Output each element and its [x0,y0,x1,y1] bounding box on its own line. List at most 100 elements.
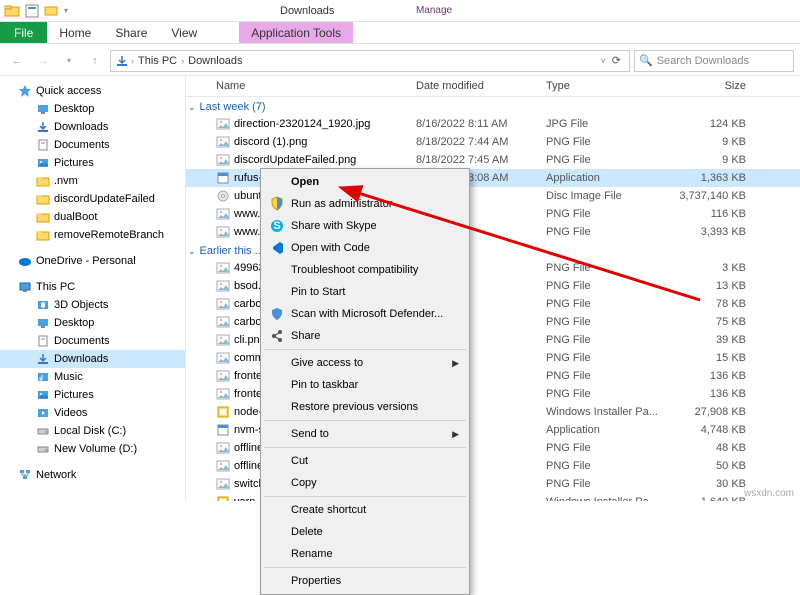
new-folder-icon[interactable] [44,3,60,19]
file-type: Windows Installer Pa... [546,496,666,501]
sidebar-item-3d-objects[interactable]: 3D Objects [0,296,185,314]
sidebar-item-documents[interactable]: Documents [0,136,185,154]
file-row[interactable]: discordUpdateFailed.png8/18/2022 7:45 AM… [186,151,800,169]
sidebar-item-desktop[interactable]: Desktop [0,314,185,332]
recent-dropdown-icon[interactable]: ▾ [58,50,80,72]
img-icon [216,225,230,239]
sidebar-item-downloads[interactable]: Downloads [0,118,185,136]
img-icon [216,333,230,347]
sidebar-item-documents[interactable]: Documents [0,332,185,350]
ctx-copy[interactable]: Copy [263,472,467,494]
ctx-create-shortcut[interactable]: Create shortcut [263,499,467,521]
onedrive-label: OneDrive - Personal [36,255,136,267]
file-row[interactable]: direction-2320124_1920.jpg8/16/2022 8:11… [186,115,800,133]
ctx-properties[interactable]: Properties [263,570,467,592]
sidebar-item-local-disk-c-[interactable]: Local Disk (C:) [0,422,185,440]
ctx-give-access-to[interactable]: Give access to▶ [263,352,467,374]
sidebar-item-pictures[interactable]: Pictures [0,386,185,404]
sidebar-item-dualboot[interactable]: dualBoot [0,208,185,226]
ctx-pin-to-taskbar[interactable]: Pin to taskbar [263,374,467,396]
chevron-right-icon: ▶ [452,358,459,369]
img-icon [216,387,230,401]
ctx-label: Run as administrator [291,198,393,210]
img-icon [216,207,230,221]
this-pc[interactable]: This PC [0,278,185,296]
sidebar-item-label: Downloads [54,353,108,365]
sidebar-item-desktop[interactable]: Desktop [0,100,185,118]
dropdown-icon[interactable]: ˅ [601,56,606,66]
ctx-run-as-administrator[interactable]: Run as administrator [263,193,467,215]
sidebar-item--nvm[interactable]: .nvm [0,172,185,190]
network[interactable]: Network [0,466,185,484]
file-type: Application [546,424,666,436]
chevron-right-icon[interactable]: › [181,56,184,66]
network-label: Network [36,469,76,481]
search-input[interactable]: 🔍 Search Downloads [634,50,794,72]
ctx-share[interactable]: Share [263,325,467,347]
file-size: 13 KB [666,280,746,292]
column-headers[interactable]: Name Date modified Type Size [186,76,800,97]
ctx-pin-to-start[interactable]: Pin to Start [263,281,467,303]
onedrive[interactable]: OneDrive - Personal [0,252,185,270]
col-size[interactable]: Size [666,80,746,92]
back-button[interactable]: ← [6,50,28,72]
sidebar-item-music[interactable]: Music [0,368,185,386]
col-type[interactable]: Type [546,80,666,92]
ctx-delete[interactable]: Delete [263,521,467,543]
ctx-restore-previous-versions[interactable]: Restore previous versions [263,396,467,418]
ctx-send-to[interactable]: Send to▶ [263,423,467,445]
group-header[interactable]: ⌄Last week (7) [186,97,800,115]
crumb-downloads[interactable]: Downloads [186,55,244,67]
context-separator [264,447,466,448]
sidebar-item-downloads[interactable]: Downloads [0,350,185,368]
folder-icon [4,3,20,19]
shield-icon [269,196,285,212]
sidebar-item-new-volume-d-[interactable]: New Volume (D:) [0,440,185,458]
tab-share[interactable]: Share [103,22,159,43]
col-date[interactable]: Date modified [416,80,546,92]
ctx-label: Send to [291,428,329,440]
ctx-open-with-code[interactable]: Open with Code [263,237,467,259]
ctx-scan-with-microsoft-defender-[interactable]: Scan with Microsoft Defender... [263,303,467,325]
ctx-share-with-skype[interactable]: SShare with Skype [263,215,467,237]
folder-icon [36,174,50,188]
col-name[interactable]: Name [196,80,416,92]
crumb-this-pc[interactable]: This PC [136,55,179,67]
tab-application-tools[interactable]: Application Tools [239,22,353,43]
forward-button[interactable]: → [32,50,54,72]
sidebar-item-label: removeRemoteBranch [54,229,164,241]
address-bar[interactable]: › This PC › Downloads ˅ ⟳ [110,50,630,72]
file-tab[interactable]: File [0,22,47,43]
ctx-label: Pin to taskbar [291,379,358,391]
file-row[interactable]: discord (1).png8/18/2022 7:44 AMPNG File… [186,133,800,151]
ctx-label: Share [291,330,320,342]
up-button[interactable]: ↑ [84,50,106,72]
ctx-cut[interactable]: Cut [263,450,467,472]
ctx-label: Pin to Start [291,286,345,298]
tab-view[interactable]: View [159,22,209,43]
sidebar-item-removeremotebranch[interactable]: removeRemoteBranch [0,226,185,244]
sidebar-item-discordupdatefailed[interactable]: discordUpdateFailed [0,190,185,208]
sidebar-item-pictures[interactable]: Pictures [0,154,185,172]
ctx-troubleshoot-compatibility[interactable]: Troubleshoot compatibility [263,259,467,281]
refresh-icon[interactable]: ⟳ [608,54,625,67]
watermark: wsxdn.com [744,488,794,499]
ctx-label: Troubleshoot compatibility [291,264,418,276]
chevron-right-icon[interactable]: › [131,56,134,66]
sidebar-item-label: Documents [54,139,110,151]
file-type: PNG File [546,298,666,310]
file-type: PNG File [546,316,666,328]
file-type: Windows Installer Pa... [546,406,666,418]
tab-home[interactable]: Home [47,22,103,43]
file-name: direction-2320124_1920.jpg [234,118,370,130]
svg-text:S: S [273,220,280,232]
ctx-open[interactable]: Open [263,171,467,193]
properties-icon[interactable] [24,3,40,19]
ctx-rename[interactable]: Rename [263,543,467,565]
img-icon [216,441,230,455]
img-icon [216,369,230,383]
qat-dropdown-icon[interactable]: ▾ [64,6,68,15]
sidebar-item-videos[interactable]: Videos [0,404,185,422]
quick-access[interactable]: Quick access [0,82,185,100]
downloads-icon [36,120,50,134]
